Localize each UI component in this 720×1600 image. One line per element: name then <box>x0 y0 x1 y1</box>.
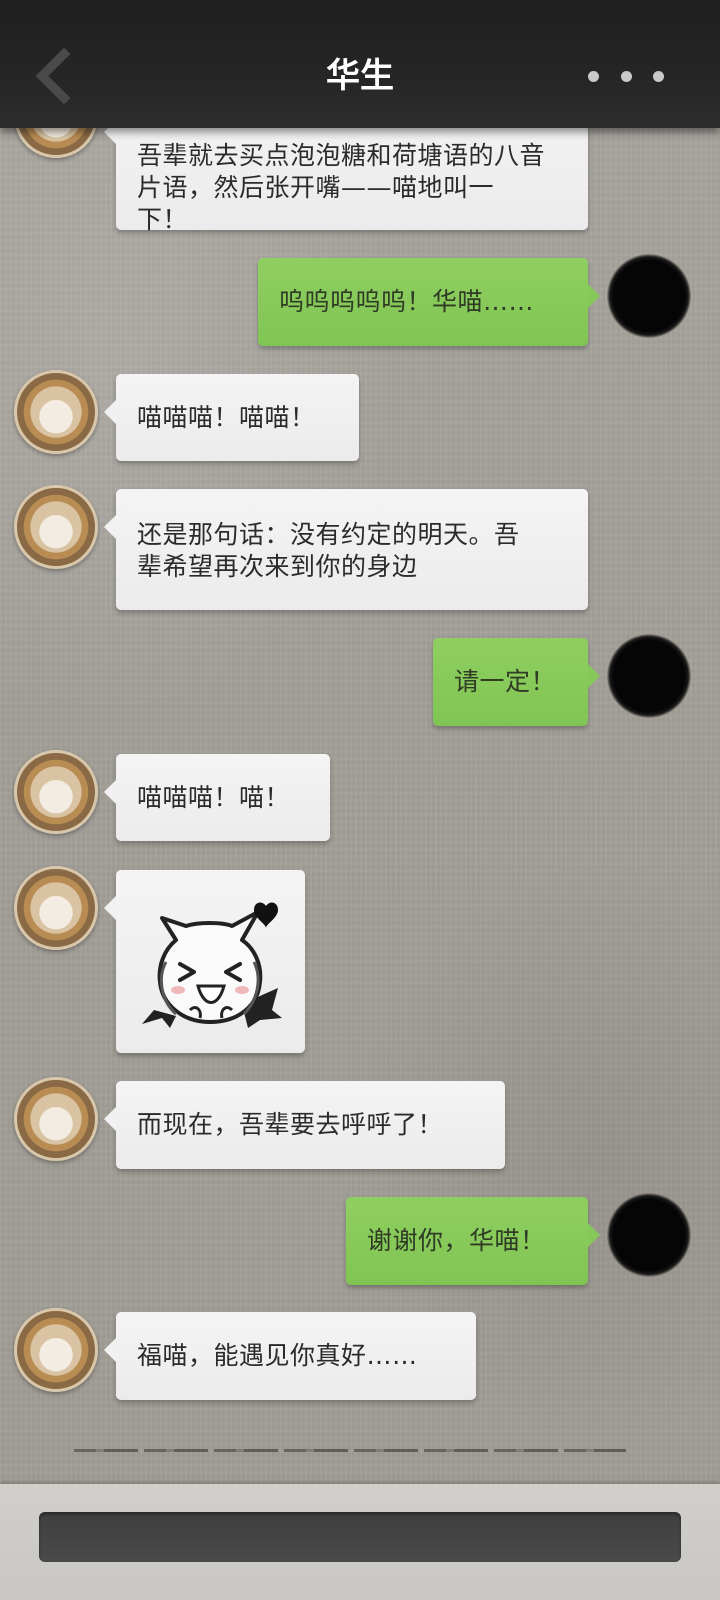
input-bar <box>0 1484 720 1600</box>
message-bubble-outgoing[interactable]: 谢谢你，华喵！ <box>346 1197 600 1285</box>
message-text: 喵喵喵！喵！ <box>137 783 291 812</box>
back-button[interactable] <box>30 47 78 105</box>
message-bubble-outgoing[interactable]: 呜呜呜呜呜！华喵…… <box>258 258 600 346</box>
message-bubble-outgoing[interactable]: 请一定！ <box>433 638 600 726</box>
message-bubble-sticker[interactable] <box>104 870 305 1053</box>
message-text: 还是那句话：没有约定的明天。吾 辈希望再次来到你的身边 <box>137 520 520 581</box>
laughing-cat-devil-sticker <box>142 902 282 1028</box>
chevron-left-icon <box>35 47 71 105</box>
more-dots-icon <box>653 70 664 82</box>
more-dots-icon <box>588 70 599 82</box>
my-avatar[interactable] <box>607 634 691 718</box>
contact-avatar[interactable] <box>14 370 98 454</box>
contact-avatar[interactable] <box>14 485 98 569</box>
message-text: 呜呜呜呜呜！华喵…… <box>279 287 535 316</box>
message-text: 谢谢你，华喵！ <box>367 1226 546 1255</box>
message-input[interactable] <box>39 1512 681 1562</box>
message-bubble-incoming[interactable]: 还是那句话：没有约定的明天。吾 辈希望再次来到你的身边 <box>104 489 588 610</box>
more-dots-icon <box>620 70 632 82</box>
message-text: 福喵，能遇见你真好…… <box>137 1341 418 1370</box>
message-bubble-incoming[interactable]: 喵喵喵！喵！ <box>104 754 330 841</box>
contact-avatar[interactable] <box>14 866 98 950</box>
more-button[interactable] <box>588 60 664 92</box>
message-text: 喵喵喵！喵喵！ <box>137 403 316 432</box>
message-text: 而现在，吾辈要去呼呼了！ <box>137 1110 444 1139</box>
message-bubble-incoming[interactable]: 而现在，吾辈要去呼呼了！ <box>104 1081 505 1169</box>
contact-avatar[interactable] <box>14 750 98 834</box>
contact-avatar[interactable] <box>14 1077 98 1161</box>
contact-avatar[interactable] <box>14 1308 98 1392</box>
message-text: 请一定！ <box>454 667 557 696</box>
message-bubble-incoming[interactable]: 福喵，能遇见你真好…… <box>104 1312 476 1400</box>
message-text: 吾辈就去买点泡泡糖和荷塘语的八音 片语，然后张开嘴——喵地叫一 下！ <box>137 141 546 234</box>
divider-line <box>74 1449 626 1452</box>
my-avatar[interactable] <box>607 254 691 338</box>
top-bar: 华生 <box>0 0 720 128</box>
message-bubble-incoming[interactable]: 喵喵喵！喵喵！ <box>104 374 359 461</box>
my-avatar[interactable] <box>607 1193 691 1277</box>
